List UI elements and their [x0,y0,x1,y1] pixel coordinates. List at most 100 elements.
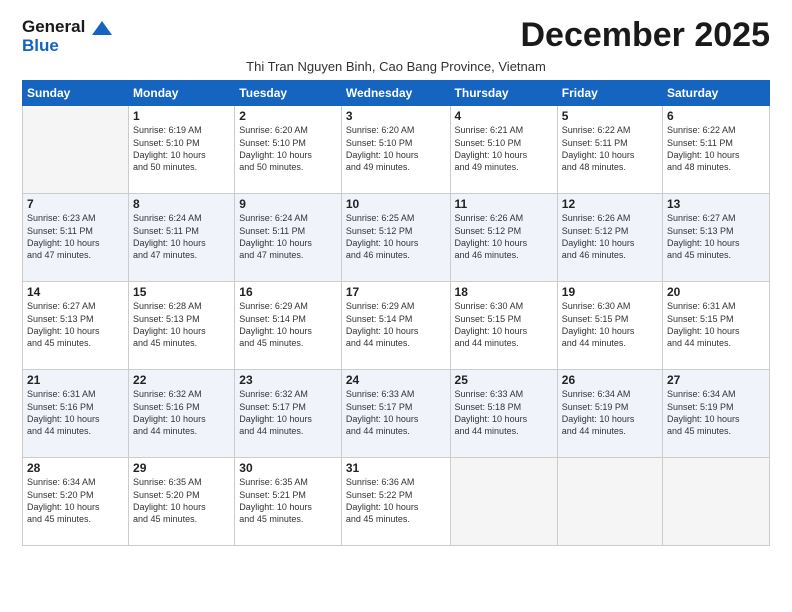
calendar-cell: 2Sunrise: 6:20 AM Sunset: 5:10 PM Daylig… [235,106,342,194]
logo-general: General [22,17,85,36]
day-number: 23 [239,373,337,387]
day-info: Sunrise: 6:32 AM Sunset: 5:17 PM Dayligh… [239,388,337,437]
day-number: 19 [562,285,658,299]
day-number: 10 [346,197,446,211]
calendar-cell: 26Sunrise: 6:34 AM Sunset: 5:19 PM Dayli… [557,370,662,458]
calendar-cell: 8Sunrise: 6:24 AM Sunset: 5:11 PM Daylig… [129,194,235,282]
calendar-cell: 5Sunrise: 6:22 AM Sunset: 5:11 PM Daylig… [557,106,662,194]
day-number: 15 [133,285,230,299]
day-number: 31 [346,461,446,475]
calendar-table: SundayMondayTuesdayWednesdayThursdayFrid… [22,80,770,546]
calendar-cell [557,458,662,546]
subtitle: Thi Tran Nguyen Binh, Cao Bang Province,… [22,59,770,74]
day-number: 5 [562,109,658,123]
day-info: Sunrise: 6:23 AM Sunset: 5:11 PM Dayligh… [27,212,124,261]
calendar-cell: 1Sunrise: 6:19 AM Sunset: 5:10 PM Daylig… [129,106,235,194]
day-number: 26 [562,373,658,387]
day-info: Sunrise: 6:26 AM Sunset: 5:12 PM Dayligh… [562,212,658,261]
logo: General Blue [22,18,112,55]
day-number: 30 [239,461,337,475]
calendar-cell: 20Sunrise: 6:31 AM Sunset: 5:15 PM Dayli… [663,282,770,370]
calendar-cell: 9Sunrise: 6:24 AM Sunset: 5:11 PM Daylig… [235,194,342,282]
day-info: Sunrise: 6:30 AM Sunset: 5:15 PM Dayligh… [562,300,658,349]
calendar-cell: 21Sunrise: 6:31 AM Sunset: 5:16 PM Dayli… [23,370,129,458]
month-title: December 2025 [520,18,770,52]
day-info: Sunrise: 6:33 AM Sunset: 5:17 PM Dayligh… [346,388,446,437]
calendar-cell: 6Sunrise: 6:22 AM Sunset: 5:11 PM Daylig… [663,106,770,194]
calendar-cell: 19Sunrise: 6:30 AM Sunset: 5:15 PM Dayli… [557,282,662,370]
day-number: 21 [27,373,124,387]
day-number: 9 [239,197,337,211]
day-info: Sunrise: 6:29 AM Sunset: 5:14 PM Dayligh… [239,300,337,349]
calendar-week-row: 1Sunrise: 6:19 AM Sunset: 5:10 PM Daylig… [23,106,770,194]
calendar-cell: 13Sunrise: 6:27 AM Sunset: 5:13 PM Dayli… [663,194,770,282]
day-number: 28 [27,461,124,475]
col-header-sunday: Sunday [23,81,129,106]
calendar-week-row: 28Sunrise: 6:34 AM Sunset: 5:20 PM Dayli… [23,458,770,546]
calendar-cell: 14Sunrise: 6:27 AM Sunset: 5:13 PM Dayli… [23,282,129,370]
logo-blue: Blue [22,37,59,56]
calendar-cell: 23Sunrise: 6:32 AM Sunset: 5:17 PM Dayli… [235,370,342,458]
col-header-friday: Friday [557,81,662,106]
day-info: Sunrise: 6:27 AM Sunset: 5:13 PM Dayligh… [667,212,765,261]
day-info: Sunrise: 6:30 AM Sunset: 5:15 PM Dayligh… [455,300,553,349]
day-info: Sunrise: 6:22 AM Sunset: 5:11 PM Dayligh… [562,124,658,173]
day-info: Sunrise: 6:31 AM Sunset: 5:16 PM Dayligh… [27,388,124,437]
day-number: 16 [239,285,337,299]
day-number: 18 [455,285,553,299]
col-header-monday: Monday [129,81,235,106]
day-number: 25 [455,373,553,387]
day-info: Sunrise: 6:20 AM Sunset: 5:10 PM Dayligh… [239,124,337,173]
day-info: Sunrise: 6:34 AM Sunset: 5:20 PM Dayligh… [27,476,124,525]
day-number: 6 [667,109,765,123]
calendar-cell: 7Sunrise: 6:23 AM Sunset: 5:11 PM Daylig… [23,194,129,282]
logo-icon [92,21,112,35]
day-number: 27 [667,373,765,387]
day-number: 24 [346,373,446,387]
calendar-cell: 3Sunrise: 6:20 AM Sunset: 5:10 PM Daylig… [341,106,450,194]
day-number: 3 [346,109,446,123]
day-info: Sunrise: 6:22 AM Sunset: 5:11 PM Dayligh… [667,124,765,173]
calendar-cell: 10Sunrise: 6:25 AM Sunset: 5:12 PM Dayli… [341,194,450,282]
calendar-header-row: SundayMondayTuesdayWednesdayThursdayFrid… [23,81,770,106]
col-header-wednesday: Wednesday [341,81,450,106]
day-number: 11 [455,197,553,211]
calendar-cell [663,458,770,546]
day-number: 17 [346,285,446,299]
day-number: 1 [133,109,230,123]
day-info: Sunrise: 6:20 AM Sunset: 5:10 PM Dayligh… [346,124,446,173]
header: General Blue December 2025 [22,18,770,55]
calendar-cell: 15Sunrise: 6:28 AM Sunset: 5:13 PM Dayli… [129,282,235,370]
calendar-cell: 16Sunrise: 6:29 AM Sunset: 5:14 PM Dayli… [235,282,342,370]
day-number: 7 [27,197,124,211]
calendar-cell: 28Sunrise: 6:34 AM Sunset: 5:20 PM Dayli… [23,458,129,546]
day-number: 20 [667,285,765,299]
day-info: Sunrise: 6:24 AM Sunset: 5:11 PM Dayligh… [133,212,230,261]
col-header-tuesday: Tuesday [235,81,342,106]
calendar-cell: 17Sunrise: 6:29 AM Sunset: 5:14 PM Dayli… [341,282,450,370]
day-info: Sunrise: 6:35 AM Sunset: 5:21 PM Dayligh… [239,476,337,525]
day-info: Sunrise: 6:28 AM Sunset: 5:13 PM Dayligh… [133,300,230,349]
day-info: Sunrise: 6:24 AM Sunset: 5:11 PM Dayligh… [239,212,337,261]
day-info: Sunrise: 6:25 AM Sunset: 5:12 PM Dayligh… [346,212,446,261]
day-number: 12 [562,197,658,211]
day-info: Sunrise: 6:34 AM Sunset: 5:19 PM Dayligh… [667,388,765,437]
calendar-cell: 29Sunrise: 6:35 AM Sunset: 5:20 PM Dayli… [129,458,235,546]
calendar-cell: 11Sunrise: 6:26 AM Sunset: 5:12 PM Dayli… [450,194,557,282]
day-info: Sunrise: 6:29 AM Sunset: 5:14 PM Dayligh… [346,300,446,349]
day-number: 22 [133,373,230,387]
day-info: Sunrise: 6:34 AM Sunset: 5:19 PM Dayligh… [562,388,658,437]
day-info: Sunrise: 6:33 AM Sunset: 5:18 PM Dayligh… [455,388,553,437]
day-info: Sunrise: 6:36 AM Sunset: 5:22 PM Dayligh… [346,476,446,525]
calendar-cell: 12Sunrise: 6:26 AM Sunset: 5:12 PM Dayli… [557,194,662,282]
col-header-thursday: Thursday [450,81,557,106]
day-info: Sunrise: 6:26 AM Sunset: 5:12 PM Dayligh… [455,212,553,261]
day-number: 14 [27,285,124,299]
day-number: 2 [239,109,337,123]
calendar-week-row: 14Sunrise: 6:27 AM Sunset: 5:13 PM Dayli… [23,282,770,370]
calendar-cell: 30Sunrise: 6:35 AM Sunset: 5:21 PM Dayli… [235,458,342,546]
day-info: Sunrise: 6:21 AM Sunset: 5:10 PM Dayligh… [455,124,553,173]
day-number: 29 [133,461,230,475]
day-number: 13 [667,197,765,211]
calendar-cell: 27Sunrise: 6:34 AM Sunset: 5:19 PM Dayli… [663,370,770,458]
